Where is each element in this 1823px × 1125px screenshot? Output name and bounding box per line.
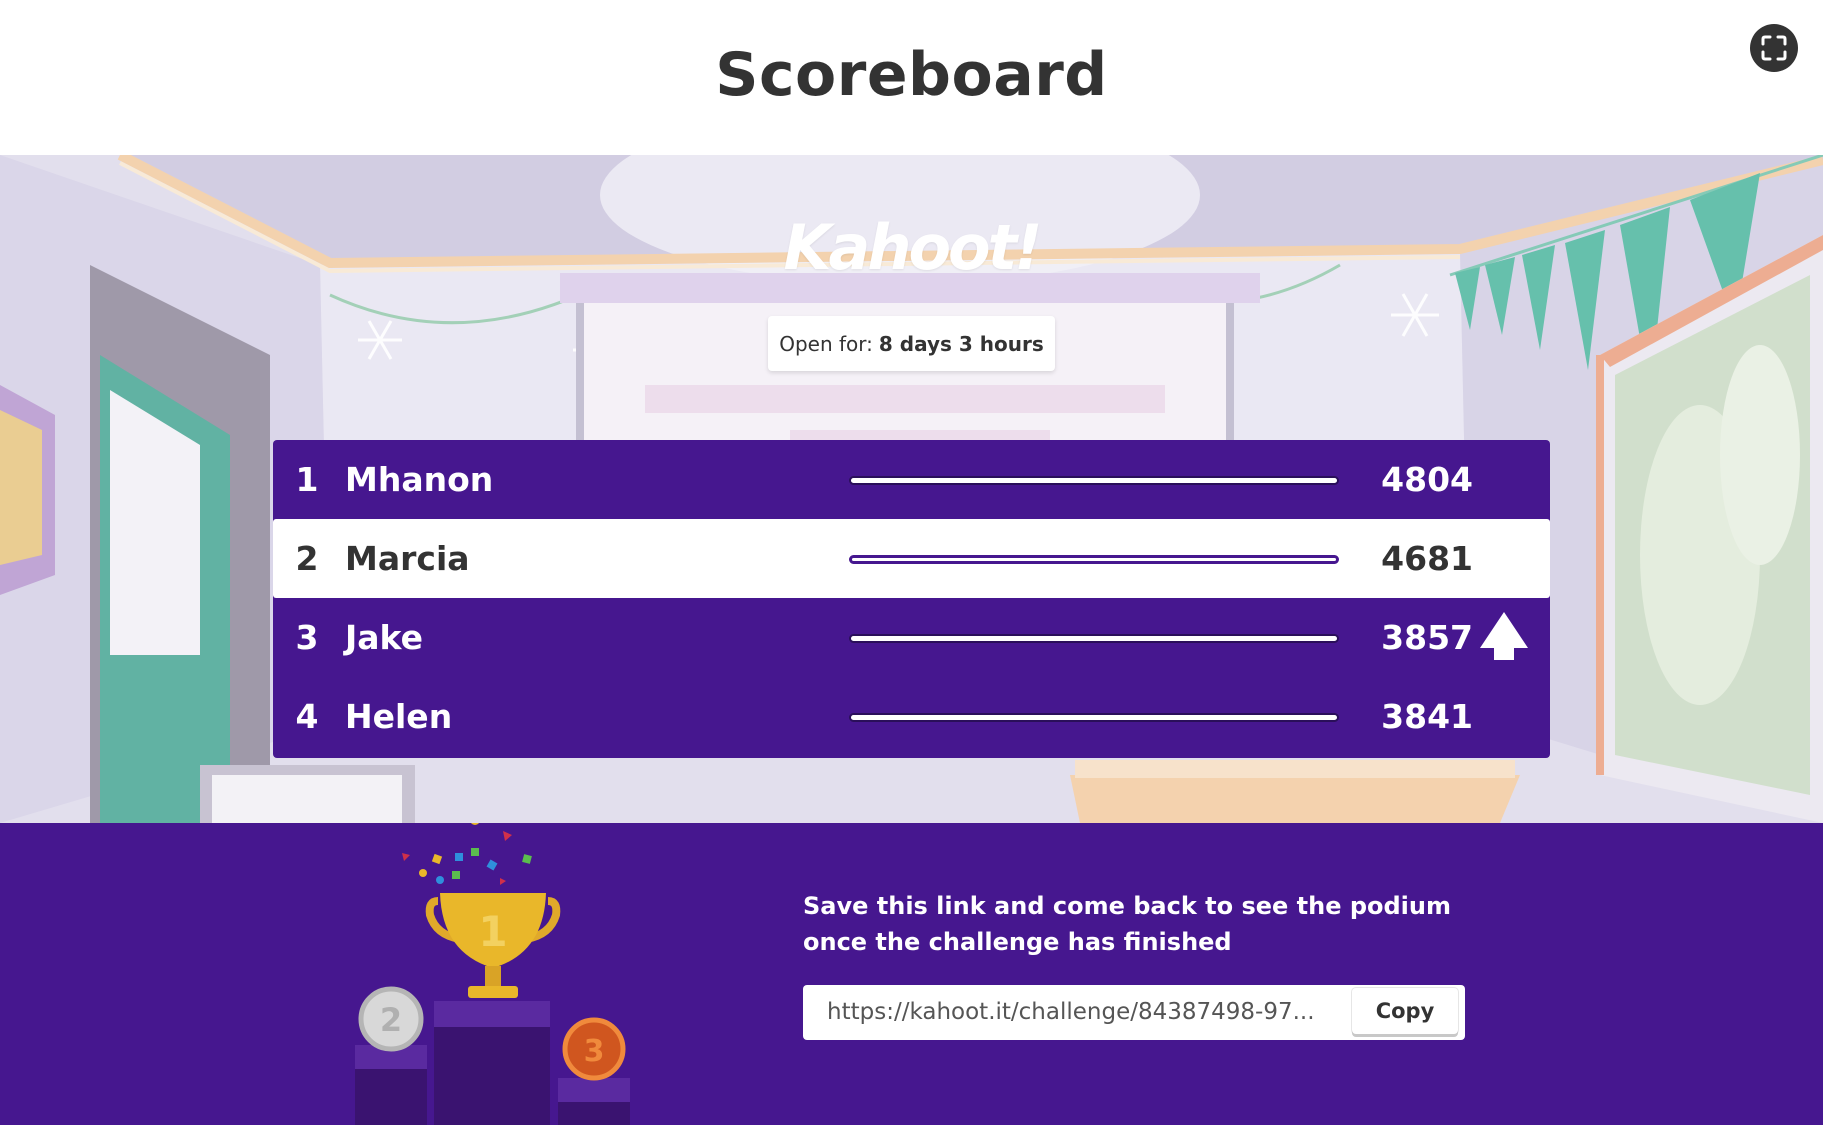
save-link-message: Save this link and come back to see the … [803, 892, 1451, 956]
score-bar [849, 555, 1339, 564]
scoreboard: 1 Mhanon 4804 2 Marcia 4681 3 Jake 3857 … [273, 440, 1550, 758]
player-score: 4681 [1381, 539, 1473, 578]
open-for-badge: Open for: 8 days 3 hours [768, 316, 1055, 371]
confetti-decoration [402, 823, 532, 885]
rank: 2 [295, 539, 319, 578]
player-score: 3857 [1381, 618, 1473, 657]
svg-text:1: 1 [478, 907, 507, 956]
rank: 3 [295, 618, 319, 657]
arrow-up-icon [1480, 612, 1528, 660]
scoreboard-row: 3 Jake 3857 [273, 598, 1550, 677]
kahoot-logo: Kahoot! [783, 211, 1042, 284]
player-name: Helen [345, 697, 453, 736]
svg-text:2: 2 [380, 1001, 402, 1039]
rank: 1 [295, 460, 319, 499]
player-name: Mhanon [345, 460, 494, 499]
score-bar [849, 634, 1339, 643]
classroom-scene: Kahoot! Open for: 8 days 3 hours 1 Mhano… [0, 155, 1823, 823]
player-name: Jake [345, 618, 423, 657]
fullscreen-button[interactable] [1750, 24, 1798, 72]
player-name: Marcia [345, 539, 470, 578]
copy-button[interactable]: Copy [1352, 988, 1458, 1034]
score-bar [849, 476, 1339, 485]
bronze-medal-icon: 3 [562, 1017, 626, 1081]
podium-panel: 1 2 3 Save this link and come back to se… [0, 823, 1823, 1125]
player-score: 4804 [1381, 460, 1473, 499]
header: Scoreboard [0, 0, 1823, 155]
fullscreen-icon [1761, 35, 1787, 61]
trophy-icon: 1 [425, 893, 561, 998]
challenge-link-box: Copy [803, 985, 1465, 1040]
podium-illustration: 1 2 3 [355, 823, 630, 1125]
silver-medal-icon: 2 [358, 986, 424, 1052]
player-score: 3841 [1381, 697, 1473, 736]
scoreboard-row: 1 Mhanon 4804 [273, 440, 1550, 519]
svg-text:3: 3 [584, 1034, 605, 1069]
open-for-label: Open for: [779, 331, 873, 356]
page-title: Scoreboard [715, 40, 1108, 110]
challenge-link-input[interactable] [805, 987, 1349, 1038]
scoreboard-row-current-player: 2 Marcia 4681 [273, 519, 1550, 598]
score-bar [849, 713, 1339, 722]
open-for-value: 8 days 3 hours [878, 331, 1044, 356]
scoreboard-row: 4 Helen 3841 [273, 677, 1550, 756]
rank: 4 [295, 697, 319, 736]
